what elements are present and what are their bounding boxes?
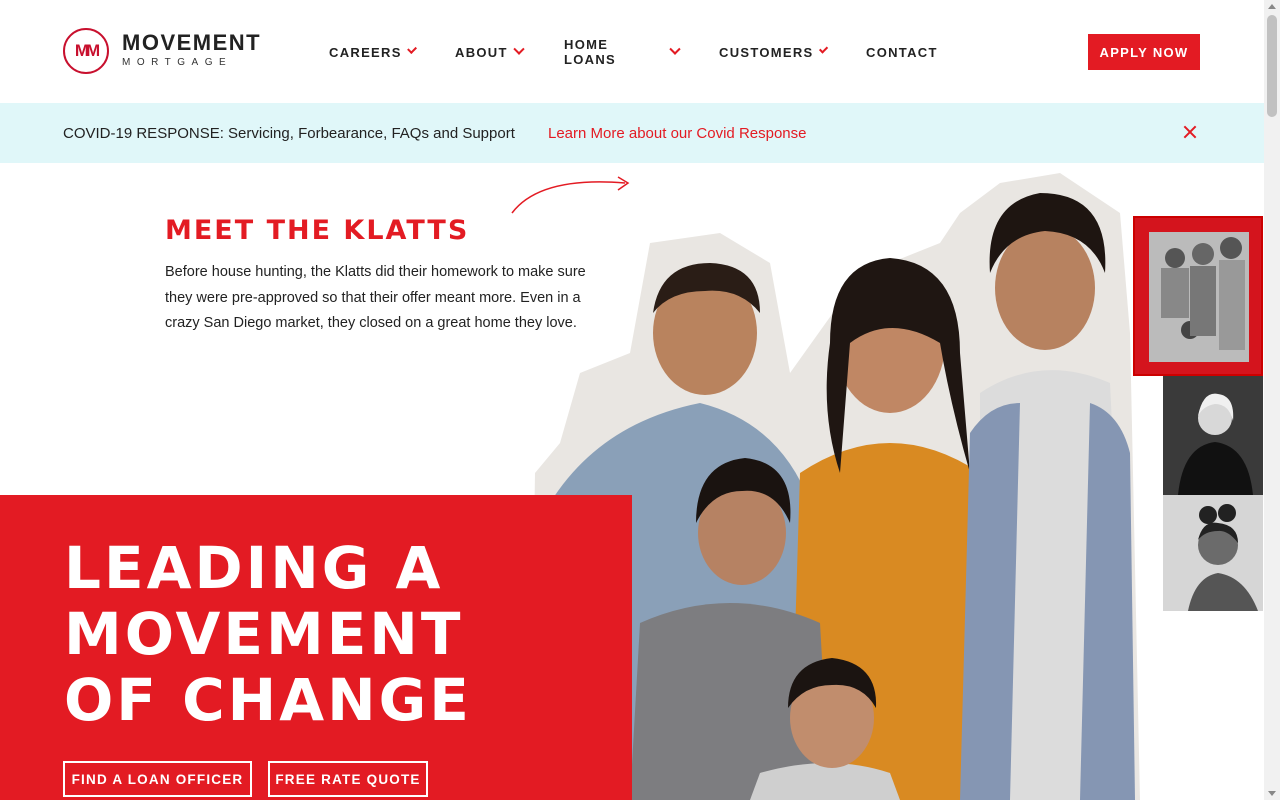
headline-line-3: OF CHANGE	[64, 666, 472, 734]
scroll-up-icon[interactable]	[1268, 4, 1276, 9]
story-thumbnail-woman[interactable]	[1163, 376, 1263, 495]
brand-logo[interactable]: MM MOVEMENT MORTGAGE	[63, 28, 261, 74]
nav-label-about: ABOUT	[455, 44, 508, 60]
nav-item-customers[interactable]: CUSTOMERS	[719, 44, 829, 60]
woman-thumbnail-image	[1163, 376, 1263, 495]
chevron-down-icon	[818, 44, 829, 54]
chevron-down-icon	[406, 44, 417, 55]
free-rate-quote-button[interactable]: FREE RATE QUOTE	[268, 761, 428, 797]
family-thumbnail-image	[1149, 232, 1249, 362]
arrow-icon	[511, 176, 630, 214]
logo-wordmark: MOVEMENT MORTGAGE	[122, 32, 261, 70]
nav-item-contact[interactable]: CONTACT	[866, 44, 938, 60]
page-scrollbar[interactable]	[1264, 0, 1280, 800]
nav-item-home-loans[interactable]: HOME LOANS	[564, 37, 681, 67]
headline-line-2: MOVEMENT	[64, 600, 464, 668]
logo-name: MOVEMENT	[122, 30, 262, 55]
headline-line-1: LEADING A	[64, 534, 444, 602]
nav-label-careers: CAREERS	[329, 44, 402, 60]
logo-sub: MORTGAGE	[122, 57, 233, 68]
logo-mark-icon: MM	[63, 28, 109, 74]
hero-red-panel: LEADING A MOVEMENT OF CHANGE FIND A LOAN…	[0, 495, 632, 800]
nav-label-customers: CUSTOMERS	[719, 44, 814, 60]
close-icon[interactable]	[1183, 125, 1197, 139]
nav-label-home-loans: HOME LOANS	[564, 37, 616, 67]
girl-thumbnail-image	[1163, 495, 1263, 611]
covid-learn-more-link[interactable]: Learn More about our Covid Response	[548, 125, 807, 142]
story-body: Before house hunting, the Klatts did the…	[165, 264, 586, 331]
story-thumbnail-klatts[interactable]	[1133, 216, 1263, 376]
featured-story: MEET THE KLATTS Before house hunting, th…	[165, 215, 605, 337]
find-loan-officer-button[interactable]: FIND A LOAN OFFICER	[63, 761, 252, 797]
nav-item-careers[interactable]: CAREERS	[329, 44, 417, 60]
story-thumbnail-girl[interactable]	[1163, 495, 1263, 611]
scroll-down-icon[interactable]	[1268, 791, 1276, 796]
hero-section: MEET THE KLATTS Before house hunting, th…	[0, 163, 1264, 800]
chevron-down-icon	[513, 43, 525, 55]
scroll-thumb[interactable]	[1267, 15, 1277, 117]
nav-label-contact: CONTACT	[866, 44, 938, 60]
apply-now-button[interactable]: APPLY NOW	[1088, 34, 1200, 70]
banner-text: COVID-19 RESPONSE: Servicing, Forbearanc…	[63, 124, 515, 142]
nav-item-about[interactable]: ABOUT	[455, 43, 525, 60]
site-header: MM MOVEMENT MORTGAGE CAREERS ABOUT HOME …	[0, 0, 1264, 103]
hero-headline: LEADING A MOVEMENT OF CHANGE	[64, 535, 472, 733]
covid-banner: COVID-19 RESPONSE: Servicing, Forbearanc…	[0, 103, 1264, 163]
chevron-down-icon	[669, 43, 681, 55]
main-nav: CAREERS ABOUT HOME LOANS CUSTOMERS CONTA…	[329, 37, 938, 67]
